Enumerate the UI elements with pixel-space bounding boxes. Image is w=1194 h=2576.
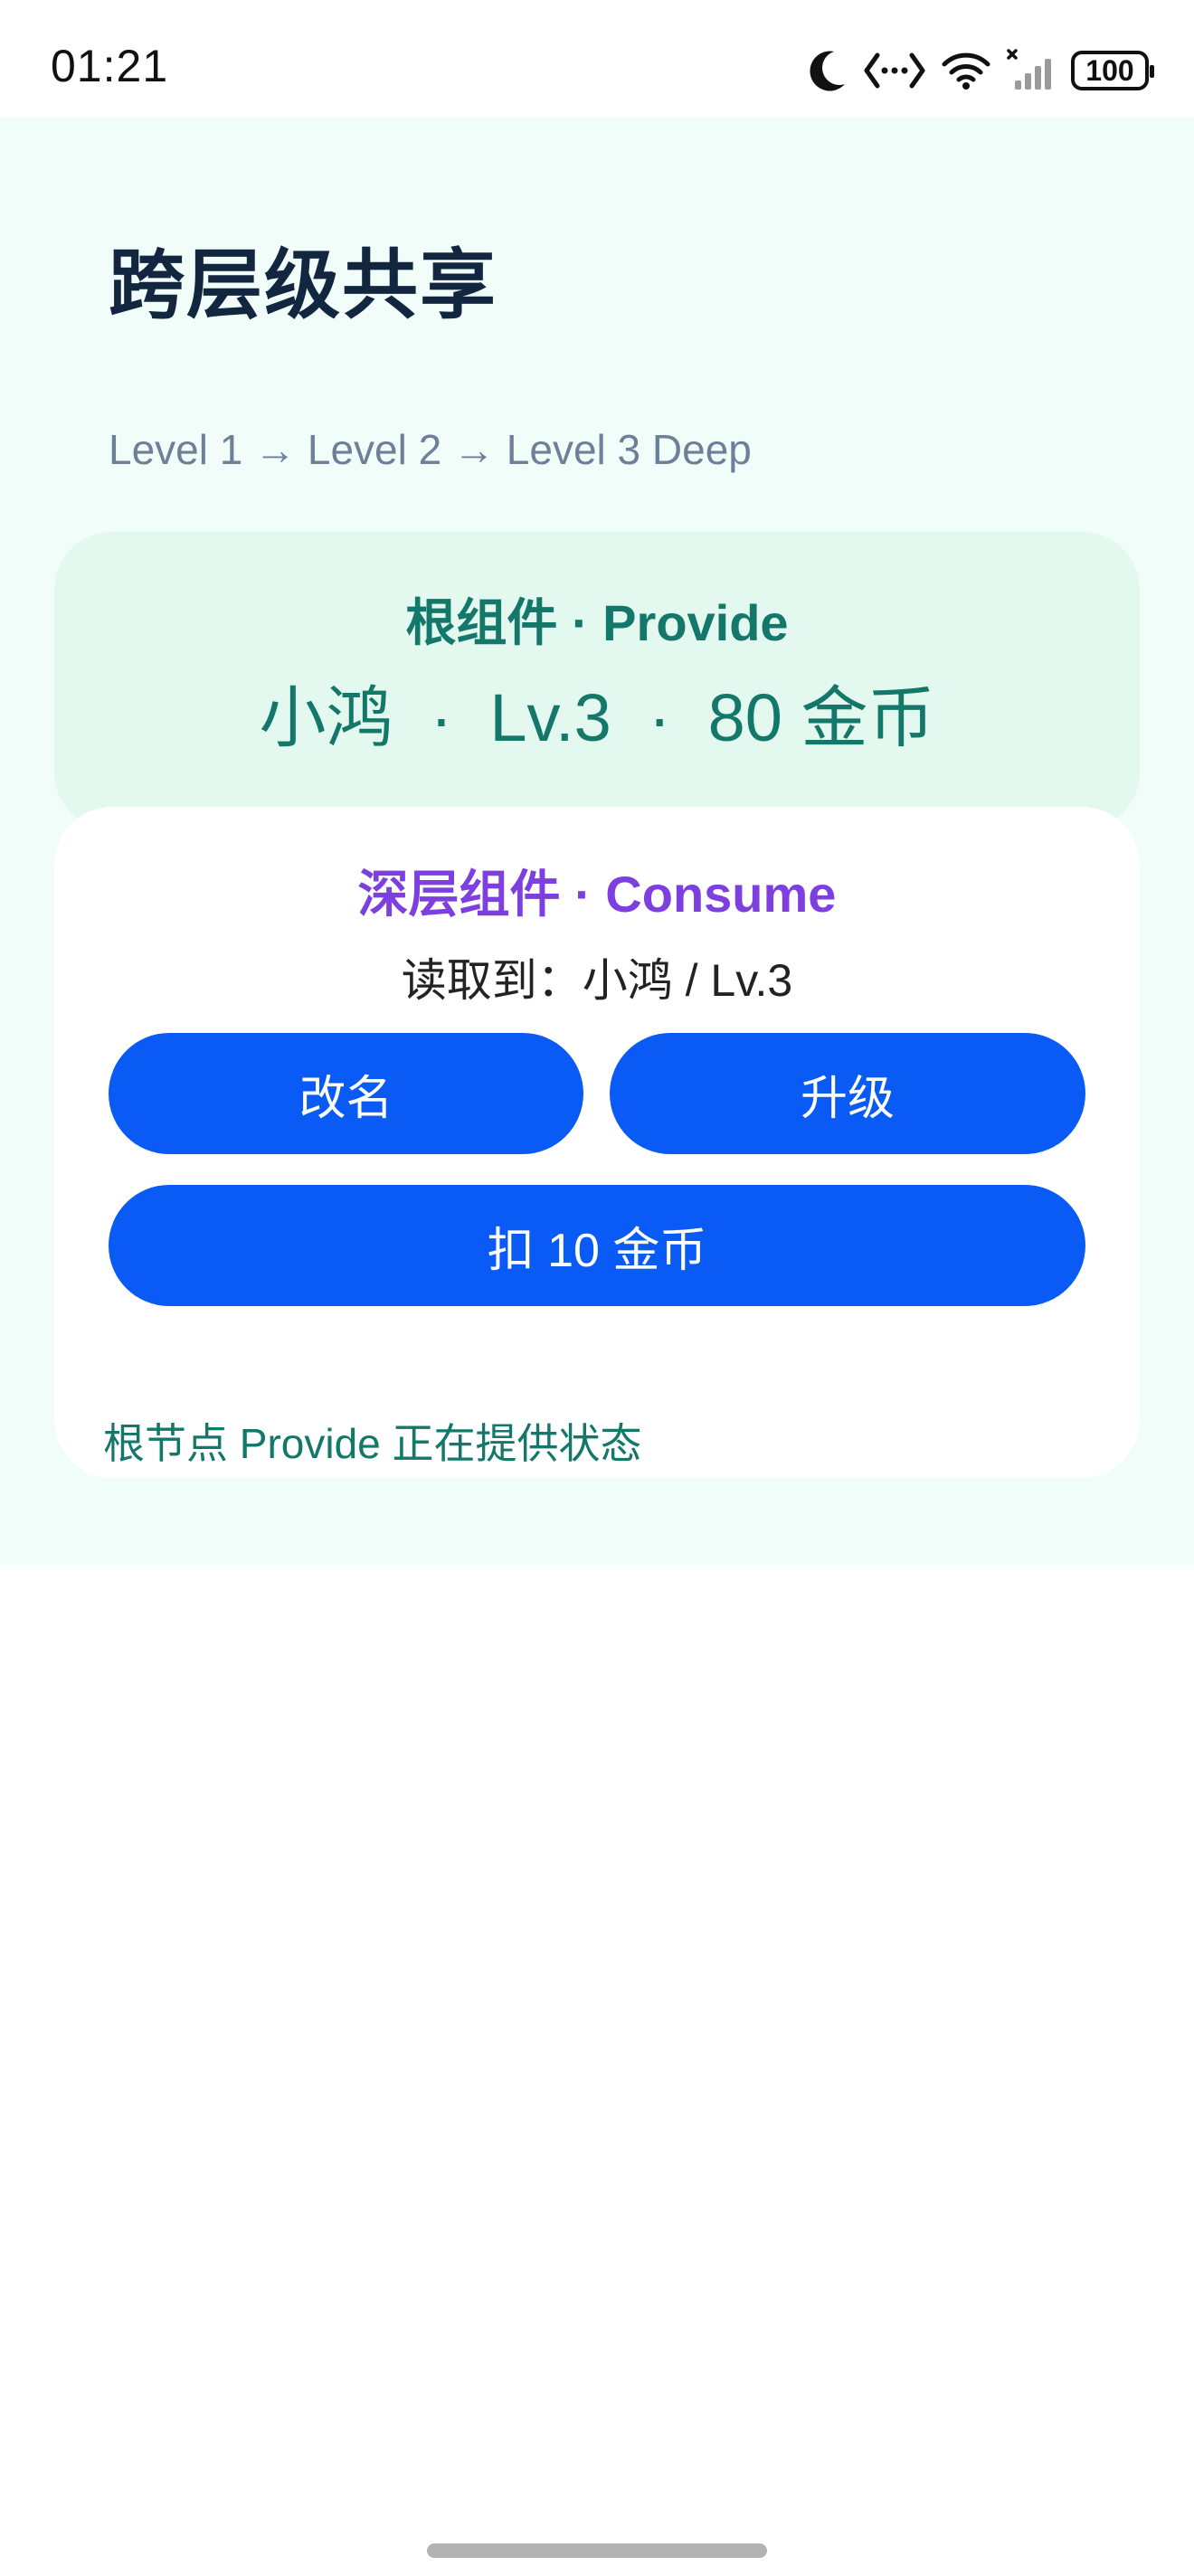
rename-button[interactable]: 改名 — [109, 1033, 583, 1154]
consumer-card: 深层组件 · Consume 读取到：小鸿 / Lv.3 改名 升级 扣 10 … — [54, 807, 1140, 1478]
cellular-no-signal-icon — [1006, 48, 1057, 93]
battery-level: 100 — [1085, 53, 1134, 87]
status-bar: 01:21 100 — [0, 0, 1194, 118]
breadcrumb: Level 1 → Level 2 → Level 3 Deep — [109, 426, 752, 473]
wifi-icon — [941, 50, 991, 91]
consumer-readout: 读取到：小鸿 / Lv.3 — [401, 955, 793, 1006]
level-up-button[interactable]: 升级 — [610, 1033, 1085, 1154]
data-transfer-icon — [863, 48, 926, 93]
provider-card: 根组件 · Provide 小鸿 · Lv.3 · 80 金币 — [54, 532, 1140, 830]
status-time: 01:21 — [51, 41, 169, 91]
battery-icon: 100 — [1071, 51, 1154, 90]
provider-stats: 小鸿 · Lv.3 · 80 金币 — [259, 680, 935, 755]
consumer-heading: 深层组件 · Consume — [357, 866, 837, 923]
moon-icon — [807, 48, 848, 93]
provider-heading: 根组件 · Provide — [405, 594, 789, 651]
deduct-coins-button[interactable]: 扣 10 金币 — [109, 1185, 1085, 1306]
provider-status-text: 根节点 Provide 正在提供状态 — [103, 1420, 642, 1467]
page-content: 跨层级共享 Level 1 → Level 2 → Level 3 Deep 根… — [0, 118, 1194, 1565]
status-icons: 100 — [807, 43, 1154, 98]
home-indicator[interactable] — [427, 2543, 767, 2558]
page-title: 跨层级共享 — [109, 242, 498, 327]
